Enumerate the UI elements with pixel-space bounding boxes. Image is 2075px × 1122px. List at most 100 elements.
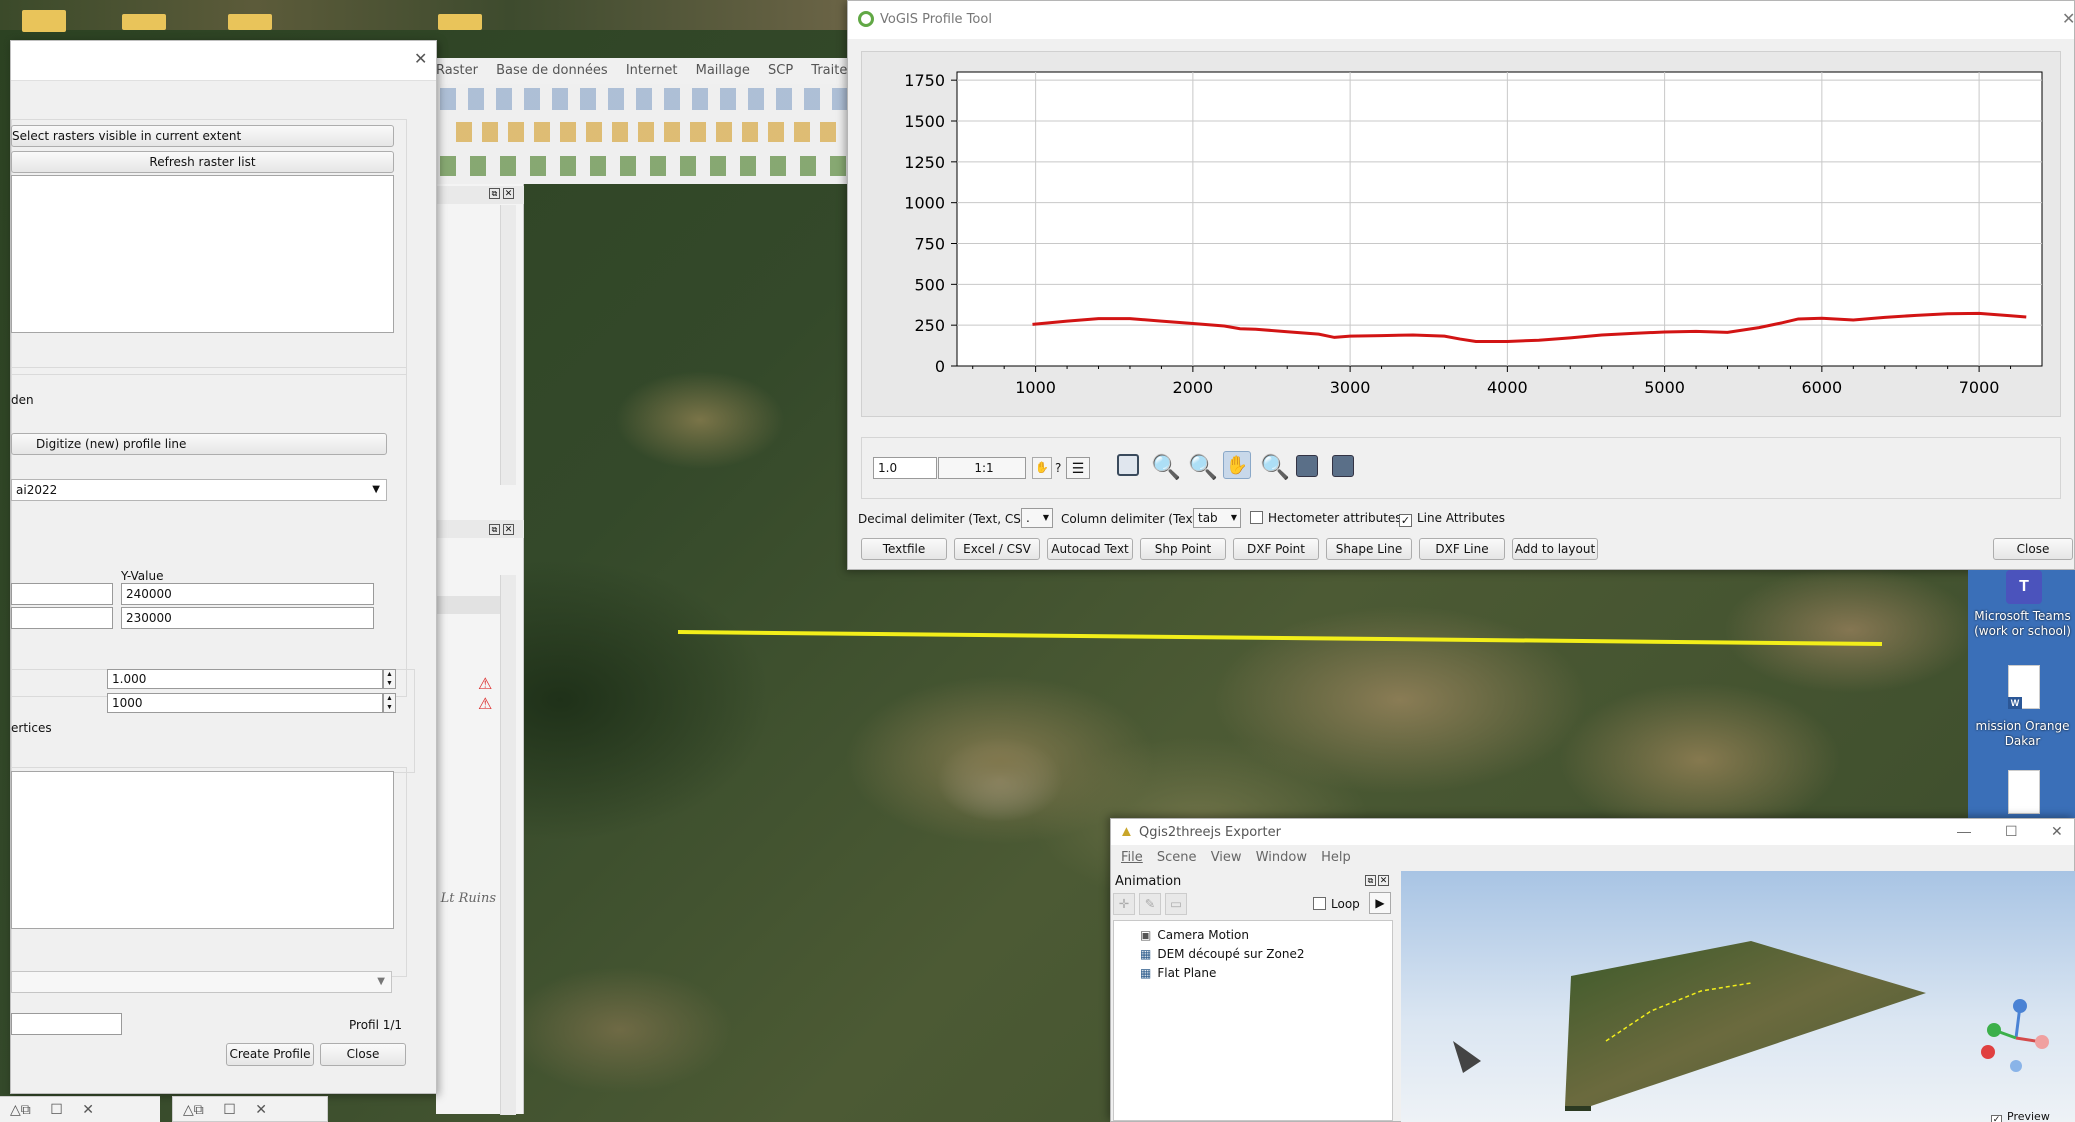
float-icon[interactable]: ⧉ [1365,875,1376,886]
menu-file[interactable]: File [1121,850,1143,865]
menu-mesh[interactable]: Maillage [696,63,750,78]
save-icon[interactable] [1296,455,1318,477]
profile-name-field[interactable] [11,1013,122,1035]
menu-database[interactable]: Base de données [496,63,608,78]
menu-view[interactable]: View [1211,850,1242,865]
vogis-close-button[interactable]: Close [1993,538,2073,560]
y-tick-label: 1750 [904,71,945,90]
close-button[interactable]: Close [320,1043,406,1066]
y-tick-label: 500 [914,275,945,294]
browser-scrollbar[interactable] [500,575,516,1115]
warning-icon: ⚠ [478,676,493,693]
export-textfile-button[interactable]: Textfile [861,538,947,560]
row2-x-field[interactable] [11,607,113,629]
param1-spinbox[interactable]: 1.000 [107,669,383,689]
zoom-extent-icon[interactable] [1117,454,1139,476]
export-shp-point-button[interactable]: Shp Point [1140,538,1226,560]
param2-spinbox[interactable]: 1000 [107,693,383,713]
menu-scp[interactable]: SCP [768,63,793,78]
identify-icon[interactable]: 🔍 [1260,453,1290,482]
layer-dem[interactable]: ▦ DEM découpé sur Zone2 [1140,947,1304,961]
grid-icon: ▦ [1140,966,1152,980]
close-icon[interactable]: ✕ [2051,823,2063,840]
decimal-select[interactable]: . ▼ [1021,508,1053,528]
row2-y-field[interactable]: 230000 [121,607,374,629]
float-icon[interactable]: ⧉ [489,524,500,535]
y-value-header: Y-Value [121,569,164,583]
menu-help[interactable]: Help [1321,850,1351,865]
maximize-icon[interactable]: ☐ [2005,823,2018,840]
x-tick-label: 4000 [1487,378,1528,397]
zoom-in-icon[interactable]: 🔍 [1151,453,1181,482]
add-to-layout-button[interactable]: Add to layout [1512,538,1598,560]
checkbox-box-checked[interactable]: ✓ [1991,1115,2002,1122]
remove-keyframe-icon[interactable]: ▭ [1165,893,1187,915]
preview-checkbox[interactable]: ✓ Preview [1991,1110,2050,1122]
toolbar-row-3 [440,156,850,176]
preview-3d[interactable] [1401,871,2075,1122]
pan-icon[interactable]: ✋ [1223,451,1251,479]
profile-chart[interactable]: 1000 2000 3000 4000 5000 6000 7000 0 250 500 750 10… [862,52,2062,418]
spin-arrows[interactable]: ▲ ▼ [383,669,396,689]
play-button[interactable]: ▶ [1369,892,1391,914]
vertices-label: ertices [11,721,52,735]
layers-scrollbar[interactable] [500,205,516,485]
layer-select[interactable]: ai2022 ▼ [11,479,387,501]
hectometer-checkbox[interactable]: Hectometer attributes [1250,511,1402,525]
minimize-icon[interactable]: — [1957,823,1971,839]
zoom-out-icon[interactable]: 🔍 [1188,453,1218,482]
menu-window[interactable]: Window [1256,850,1307,865]
save-as-icon[interactable] [1332,455,1354,477]
row1-y-field[interactable]: 240000 [121,583,374,605]
y-tick-label: 750 [914,235,945,254]
browser-selected-row[interactable] [436,596,500,614]
spin-arrows[interactable]: ▲ ▼ [383,693,396,713]
checkbox-box[interactable] [1313,897,1326,910]
float-icon[interactable]: ⧉ [489,188,500,199]
output-textbox[interactable] [11,771,394,929]
edit-keyframe-icon[interactable]: ✎ [1139,893,1161,915]
layout-icon[interactable]: ☰ [1066,457,1090,479]
taskbar-thumb-2[interactable]: △⧉ ☐ ✕ [172,1096,328,1122]
help-icon[interactable]: ✋ [1032,457,1052,479]
row1-x-field[interactable] [11,583,113,605]
layer-flat-plane[interactable]: ▦ Flat Plane [1140,966,1216,980]
word-doc-icon[interactable] [2008,770,2040,814]
animation-layer-tree[interactable]: ▣ Camera Motion ▦ DEM découpé sur Zone2 ▦ F… [1113,920,1393,1121]
raster-list[interactable] [11,175,394,333]
checkbox-box[interactable] [1250,511,1263,524]
close-icon[interactable]: ✕ [503,188,514,199]
menu-scene[interactable]: Scene [1157,850,1197,865]
layer-camera-motion[interactable]: ▣ Camera Motion [1140,928,1249,942]
teams-icon[interactable]: T [2006,570,2042,604]
loop-checkbox[interactable]: Loop [1313,897,1360,911]
camera-icon: ▣ [1140,928,1152,942]
add-keyframe-icon[interactable]: ✛ [1113,893,1135,915]
chevron-down-icon: ▼ [377,976,385,987]
close-icon[interactable]: ✕ [1378,875,1389,886]
export-dxf-line-button[interactable]: DXF Line [1419,538,1505,560]
export-dxf-point-button[interactable]: DXF Point [1233,538,1319,560]
hidden-label: den [11,393,34,407]
output-combobox[interactable]: ▼ [11,971,392,993]
vogis-close-icon[interactable]: ✕ [2062,9,2075,29]
select-rasters-button[interactable]: Select rasters visible in current extent [11,125,394,147]
digitize-profile-button[interactable]: Digitize (new) profile line [11,433,387,455]
checkbox-box-checked[interactable]: ✓ [1399,514,1412,527]
refresh-raster-button[interactable]: Refresh raster list [11,151,394,173]
export-autocad-button[interactable]: Autocad Text [1047,538,1133,560]
menu-raster[interactable]: Raster [436,63,478,78]
taskbar-thumb-1[interactable]: △⧉ ☐ ✕ [0,1096,160,1122]
scale-input[interactable]: 1.0 [873,457,937,479]
create-profile-button[interactable]: Create Profile [226,1043,314,1066]
export-excel-button[interactable]: Excel / CSV [954,538,1040,560]
scale-ratio[interactable]: 1:1 [938,457,1026,479]
menu-web[interactable]: Internet [626,63,678,78]
axis-gizmo-icon[interactable] [1976,996,2056,1076]
export-shape-line-button[interactable]: Shape Line [1326,538,1412,560]
folder-icon [122,14,166,30]
dialog-close-icon[interactable]: ✕ [414,49,427,69]
line-attr-checkbox[interactable]: ✓ Line Attributes [1399,511,1505,527]
close-icon[interactable]: ✕ [503,524,514,535]
column-select[interactable]: tab ▼ [1193,508,1241,528]
